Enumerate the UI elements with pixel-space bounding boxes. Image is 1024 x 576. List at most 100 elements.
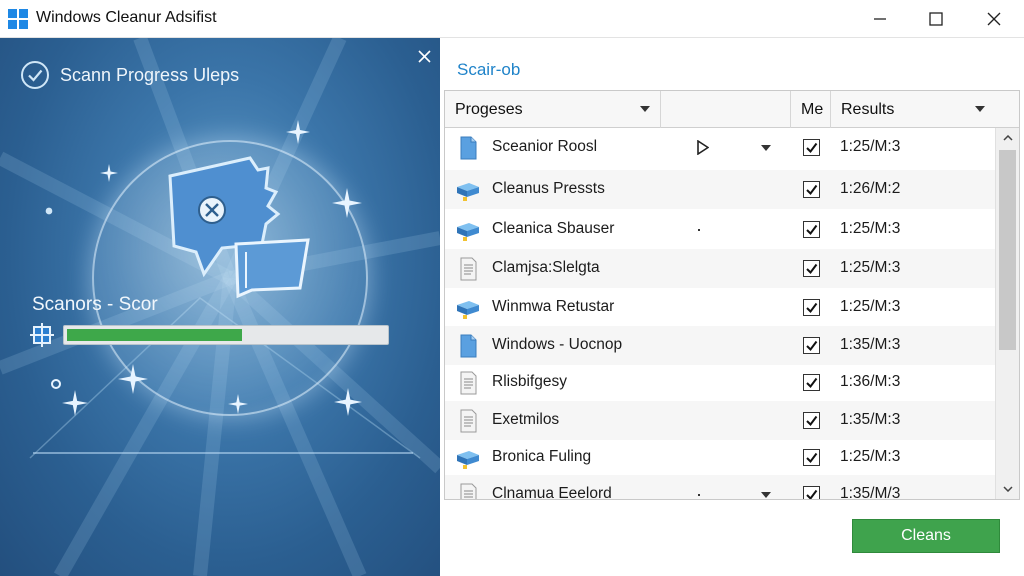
row-name: Winmwa Retustar bbox=[492, 298, 615, 315]
checkmark-icon bbox=[806, 415, 818, 427]
column-header-label: Progeses bbox=[455, 100, 523, 118]
row-checkbox[interactable] bbox=[803, 181, 820, 198]
window-title: Windows Cleanur Adsifist bbox=[36, 9, 217, 26]
row-checkbox[interactable] bbox=[803, 412, 820, 429]
chevron-down-icon bbox=[975, 106, 985, 112]
floor-line-decoration bbox=[33, 452, 413, 454]
sparkle-icon bbox=[334, 388, 362, 416]
results-table: Progeses Me Results Sceanior Roosl 1:25/M… bbox=[444, 90, 1020, 500]
row-checkbox[interactable] bbox=[803, 486, 820, 499]
panel-heading: Scann Progress Uleps bbox=[60, 65, 240, 85]
table-row[interactable]: Windows - Uocnop 1:35/M:3 bbox=[445, 326, 995, 365]
row-name: Clnamua Eeelord bbox=[492, 485, 612, 500]
dot-marker bbox=[698, 494, 700, 496]
table-row[interactable]: Clamjsa:Slelgta 1:25/M:3 bbox=[445, 249, 995, 288]
checkmark-icon bbox=[806, 340, 818, 352]
scan-job-label: Scair-ob bbox=[457, 60, 521, 79]
table-row[interactable]: Cleanica Sbauser 1:25/M:3 bbox=[445, 210, 995, 249]
text-file-icon bbox=[455, 482, 481, 499]
row-name: Cleanica Sbauser bbox=[492, 220, 615, 237]
checkmark-icon bbox=[806, 263, 818, 275]
row-checkbox[interactable] bbox=[803, 139, 820, 156]
checkmark-icon bbox=[806, 377, 818, 389]
row-name: Rlisbifgesy bbox=[492, 373, 567, 390]
chevron-down-icon[interactable] bbox=[761, 145, 771, 151]
row-name: Cleanus Pressts bbox=[492, 180, 605, 197]
row-name: Clamjsa:Slelgta bbox=[492, 259, 600, 276]
document-icon bbox=[455, 333, 481, 359]
row-name: Bronica Fuling bbox=[492, 448, 592, 465]
checkmark-icon bbox=[806, 142, 818, 154]
windows-logo-icon bbox=[8, 9, 28, 29]
row-result: 1:26/M:2 bbox=[840, 180, 901, 197]
row-result: 1:25/M:3 bbox=[840, 259, 901, 276]
table-row[interactable]: Rlisbifgesy 1:36/M:3 bbox=[445, 363, 995, 402]
row-result: 1:25/M:3 bbox=[840, 220, 901, 237]
table-row[interactable]: Clnamua Eeelord 1:35/M/3 bbox=[445, 475, 995, 500]
close-icon bbox=[987, 12, 1001, 26]
chevron-down-icon bbox=[1003, 486, 1013, 492]
row-checkbox[interactable] bbox=[803, 221, 820, 238]
checkmark-icon bbox=[806, 302, 818, 314]
column-header-progress[interactable]: Progeses bbox=[445, 91, 661, 128]
column-header-me[interactable]: Me bbox=[791, 91, 831, 128]
scroll-down-button[interactable] bbox=[996, 479, 1019, 499]
row-name: Windows - Uocnop bbox=[492, 336, 623, 353]
sparkle-icon bbox=[100, 164, 118, 182]
checkmark-icon bbox=[806, 224, 818, 236]
row-checkbox[interactable] bbox=[803, 449, 820, 466]
checkmark-icon bbox=[806, 489, 818, 499]
row-result: 1:35/M:3 bbox=[840, 411, 901, 428]
progress-fill bbox=[67, 329, 242, 341]
table-row[interactable]: Cleanus Pressts 1:26/M:2 bbox=[445, 170, 995, 209]
panel-close-button[interactable] bbox=[412, 44, 436, 68]
clean-button[interactable]: Cleans bbox=[852, 519, 1000, 553]
row-result: 1:35/M/3 bbox=[840, 485, 901, 500]
vertical-scrollbar[interactable] bbox=[995, 128, 1019, 499]
gear-icon bbox=[51, 379, 61, 389]
sparkle-icon bbox=[62, 390, 88, 416]
title-bar: Windows Cleanur Adsifist bbox=[0, 0, 1024, 38]
scan-target-icon bbox=[30, 323, 54, 347]
sparkle-icon bbox=[332, 188, 362, 218]
minimize-button[interactable] bbox=[854, 0, 906, 38]
play-icon[interactable] bbox=[697, 139, 710, 156]
dot-marker bbox=[698, 229, 700, 231]
row-checkbox[interactable] bbox=[803, 260, 820, 277]
text-file-icon bbox=[455, 256, 481, 282]
row-name: Sceanior Roosl bbox=[492, 138, 598, 155]
checkmark-icon bbox=[806, 184, 818, 196]
column-header-results[interactable]: Results bbox=[831, 91, 995, 128]
maximize-button[interactable] bbox=[910, 0, 962, 38]
table-row[interactable]: Winmwa Retustar 1:25/M:3 bbox=[445, 288, 995, 327]
table-row[interactable]: Exetmilos 1:35/M:3 bbox=[445, 401, 995, 440]
chevron-down-icon[interactable] bbox=[761, 492, 771, 498]
close-icon bbox=[417, 49, 431, 63]
table-row[interactable]: Bronica Fuling 1:25/M:3 bbox=[445, 438, 995, 477]
row-result: 1:25/M:3 bbox=[840, 448, 901, 465]
table-row[interactable]: Sceanior Roosl 1:25/M:3 bbox=[445, 128, 995, 167]
close-button[interactable] bbox=[968, 0, 1020, 38]
minimize-icon bbox=[874, 18, 886, 20]
text-file-icon bbox=[455, 408, 481, 434]
scan-status-label: Scanors - Scor bbox=[32, 294, 158, 315]
scroll-thumb[interactable] bbox=[999, 150, 1016, 350]
scan-progress-panel: Scann Progress Uleps Scanors - Scor bbox=[0, 38, 440, 576]
chevron-down-icon bbox=[640, 106, 650, 112]
maximize-icon bbox=[929, 12, 943, 26]
row-result: 1:25/M:3 bbox=[840, 138, 901, 155]
row-checkbox[interactable] bbox=[803, 337, 820, 354]
row-name: Exetmilos bbox=[492, 411, 560, 428]
row-checkbox[interactable] bbox=[803, 374, 820, 391]
row-result: 1:36/M:3 bbox=[840, 373, 901, 390]
chevron-up-icon bbox=[1003, 135, 1013, 141]
drive-icon bbox=[455, 217, 481, 243]
sparkle-icon bbox=[228, 394, 248, 414]
document-icon bbox=[455, 135, 481, 161]
table-header: Progeses Me Results bbox=[445, 91, 1019, 128]
drive-icon bbox=[455, 177, 481, 203]
row-checkbox[interactable] bbox=[803, 299, 820, 316]
column-header-blank[interactable] bbox=[661, 91, 791, 128]
scroll-up-button[interactable] bbox=[996, 128, 1019, 148]
drive-icon bbox=[455, 295, 481, 321]
